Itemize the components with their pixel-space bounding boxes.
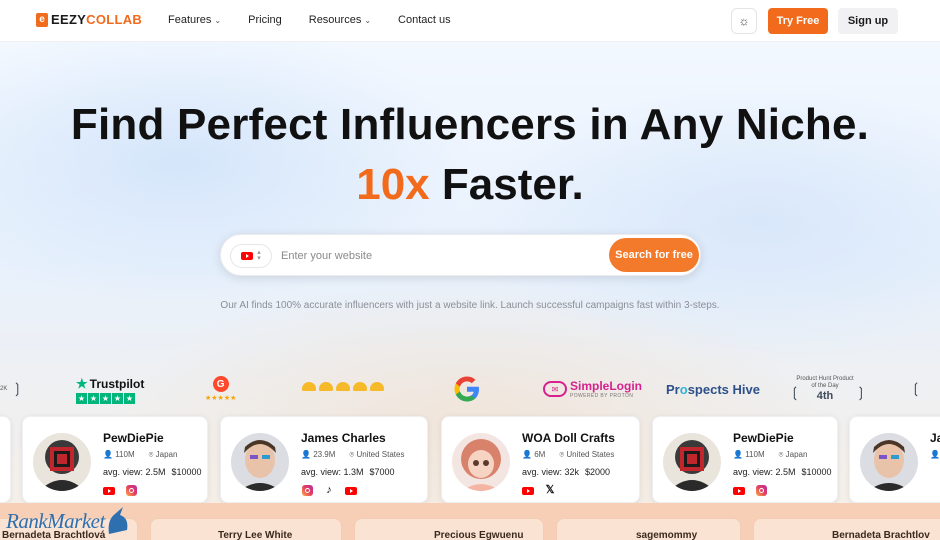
influencer-card[interactable]: James Charles 👤 23.9M ⌾ United States av…	[220, 416, 428, 503]
influencer-card-partial[interactable]	[0, 416, 11, 503]
influencer-card[interactable]: WOA Doll Crafts 👤 6M ⌾ United States avg…	[441, 416, 640, 503]
hero-tagline: Our AI finds 100% accurate influencers w…	[220, 300, 720, 311]
location-icon: ⌾	[148, 450, 156, 459]
g2-stars-icon: ★★★★★	[205, 395, 237, 402]
user-icon: 👤	[522, 450, 535, 459]
taco-rating	[302, 382, 384, 391]
sun-icon: ☼	[738, 14, 750, 28]
top-nav: e EEZYCOLLAB Features ⌄ Pricing Resources…	[0, 0, 940, 42]
envelope-icon: ✉	[543, 381, 567, 397]
influencer-card[interactable]: PewDiePie 👤 110M ⌾ Japan avg. view: 2.5M…	[22, 416, 208, 503]
youtube-icon[interactable]	[733, 484, 745, 496]
laurel-icon: ❳	[11, 380, 24, 396]
eezycollab-logo[interactable]: e EEZYCOLLAB	[36, 12, 142, 27]
nav-features[interactable]: Features ⌄	[168, 14, 221, 26]
influencer-name: James Charles	[301, 431, 386, 445]
user-icon: 👤	[301, 450, 314, 459]
trust-logos-row: 2K ❳ ★ Trustpilot ★ ★ ★ ★ ★ G ★★★★★ ✉ SimpleL…	[0, 370, 940, 410]
laurel-icon: ❲	[910, 380, 922, 396]
youtube-icon[interactable]	[103, 484, 115, 496]
instagram-icon[interactable]	[125, 484, 137, 496]
user-icon: 👤	[733, 450, 746, 459]
taco-icon	[370, 382, 384, 391]
unicorn-icon	[108, 507, 128, 534]
youtube-icon	[241, 252, 254, 260]
x-icon[interactable]: 𝕏	[544, 484, 556, 496]
instagram-icon[interactable]	[301, 484, 313, 496]
youtube-icon[interactable]	[522, 484, 534, 496]
chevron-down-icon: ⌄	[364, 15, 372, 25]
chevron-down-icon: ⌄	[214, 15, 222, 25]
partial-badge: 2K ❳	[0, 380, 24, 396]
partial-award: ❲	[910, 380, 922, 397]
trustpilot-logo: ★ Trustpilot ★ ★ ★ ★ ★	[76, 376, 145, 404]
trustpilot-star-icon: ★	[76, 376, 88, 391]
hero-headline: Find Perfect Influencers in Any Niche.	[70, 100, 870, 149]
logo-text-a: EEZY	[51, 12, 87, 27]
laurel-right-icon: ❳	[855, 384, 867, 400]
search-for-free-button[interactable]: Search for free	[609, 238, 699, 272]
platform-select[interactable]: ▴ ▾	[230, 244, 272, 268]
avatar	[231, 433, 289, 491]
avatar	[33, 433, 91, 491]
user-icon: 👤	[103, 450, 116, 459]
try-free-button[interactable]: Try Free	[768, 8, 828, 34]
influencer-card[interactable]: Ja 👤 2	[849, 416, 940, 503]
logo-text-b: COLLAB	[86, 12, 143, 27]
website-input[interactable]	[281, 246, 601, 266]
avatar	[663, 433, 721, 491]
g2-logo: G ★★★★★	[205, 376, 236, 402]
instagram-icon[interactable]	[755, 484, 767, 496]
hero-accent: 10x	[356, 160, 430, 209]
g2-icon: G	[212, 376, 229, 392]
influencer-name: Precious Egwuenu	[434, 530, 524, 540]
hero-headline-2: 10x Faster.	[356, 160, 584, 209]
logo-mark-icon: e	[36, 12, 48, 27]
influencer-name: WOA Doll Crafts	[522, 431, 615, 445]
simplelogin-logo: ✉ SimpleLogin POWERED BY PROTON	[543, 379, 642, 399]
influencer-name: PewDiePie	[103, 431, 164, 445]
taco-icon	[319, 382, 333, 391]
taco-icon	[302, 382, 316, 391]
prospects-hive-logo: Pr o spects Hive	[666, 382, 760, 397]
influencer-name: sagemommy	[636, 530, 698, 540]
product-hunt-award: ❲ Product Hunt Product of the Day 4th ❳	[789, 376, 867, 402]
laurel-left-icon: ❲	[789, 384, 801, 400]
avatar	[860, 433, 918, 491]
user-icon: 👤	[930, 450, 940, 459]
influencer-name: Terry Lee White	[218, 530, 293, 540]
theme-toggle-button[interactable]: ☼	[731, 8, 757, 34]
nav-pricing[interactable]: Pricing	[248, 14, 282, 26]
tiktok-icon[interactable]: ♪	[323, 484, 335, 496]
influencer-name: Bernadeta Brachtlov	[832, 530, 930, 540]
google-logo	[452, 374, 482, 404]
influencer-name: Ja	[930, 431, 940, 445]
rankmarket-watermark: RankMarket	[6, 506, 131, 536]
website-search-bar: ▴▾ Search for free	[220, 234, 701, 276]
influencer-card[interactable]: PewDiePie 👤 110M ⌾ Japan avg. view: 2.5M…	[652, 416, 838, 503]
taco-icon	[353, 382, 367, 391]
google-icon	[454, 376, 479, 402]
avatar	[452, 433, 510, 491]
location-icon: ⌾	[778, 450, 786, 459]
influencer-name: PewDiePie	[733, 431, 794, 445]
nav-links: Features ⌄ Pricing Resources ⌄ Contact us	[168, 14, 478, 26]
updown-chevron-icon: ▴ ▾	[257, 249, 261, 262]
nav-resources[interactable]: Resources ⌄	[309, 14, 371, 26]
trustpilot-stars-icon: ★ ★ ★ ★ ★	[76, 393, 135, 404]
youtube-icon[interactable]	[345, 484, 357, 496]
nav-contact[interactable]: Contact us	[398, 14, 451, 26]
sign-up-button[interactable]: Sign up	[838, 8, 898, 34]
taco-icon	[336, 382, 350, 391]
